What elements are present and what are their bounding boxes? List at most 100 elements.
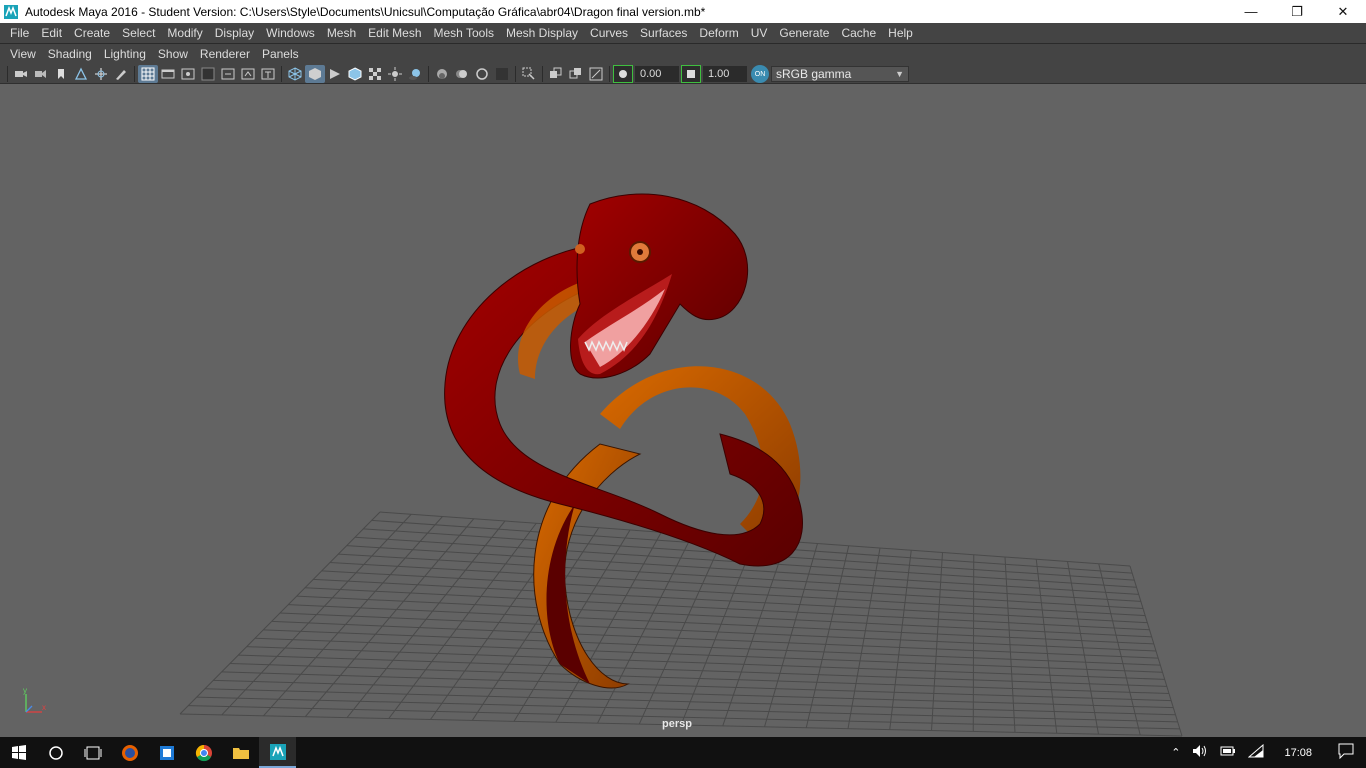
xray-active-components-button[interactable] <box>566 65 586 83</box>
exposure-field[interactable]: 0.00 <box>635 66 679 82</box>
field-chart-button[interactable] <box>218 65 238 83</box>
windows-start-icon <box>11 744 26 760</box>
safe-action-button[interactable] <box>238 65 258 83</box>
taskbar-chrome[interactable] <box>185 737 222 768</box>
gamma-field[interactable]: 1.00 <box>703 66 747 82</box>
panel-menu-lighting[interactable]: Lighting <box>98 47 152 61</box>
task-view-button[interactable] <box>74 737 111 768</box>
panel-menu-panels[interactable]: Panels <box>256 47 305 61</box>
select-camera-button[interactable] <box>11 65 31 83</box>
panel-menu-renderer[interactable]: Renderer <box>194 47 256 61</box>
show-hidden-icons-button[interactable]: ⌃ <box>1165 746 1186 759</box>
film-gate-button[interactable] <box>158 65 178 83</box>
menu-uv[interactable]: UV <box>745 26 774 40</box>
color-management-toggle[interactable]: ON <box>751 65 769 83</box>
cortana-search-button[interactable] <box>37 737 74 768</box>
panel-menu-view[interactable]: View <box>4 47 42 61</box>
wireframe-on-shaded-button[interactable] <box>345 65 365 83</box>
close-button[interactable]: ✕ <box>1320 0 1366 23</box>
taskbar-maya[interactable] <box>259 737 296 768</box>
light-icon <box>388 67 402 81</box>
use-default-material-button[interactable] <box>325 65 345 83</box>
isolate-select-button[interactable] <box>519 65 539 83</box>
minimize-button[interactable]: — <box>1228 0 1274 23</box>
film-gate-icon <box>161 69 175 79</box>
menu-deform[interactable]: Deform <box>693 26 744 40</box>
axis-gizmo-icon: y x <box>23 686 46 713</box>
menu-mesh-display[interactable]: Mesh Display <box>500 26 584 40</box>
wireframe-on-shaded-icon <box>348 67 362 81</box>
persp-viewport[interactable]: y x persp <box>0 83 1366 737</box>
menu-mesh[interactable]: Mesh <box>321 26 362 40</box>
power-button[interactable] <box>1214 745 1242 760</box>
smooth-shade-button[interactable] <box>305 65 325 83</box>
use-all-lights-button[interactable] <box>385 65 405 83</box>
xray-components-icon <box>569 68 581 79</box>
gamma-toggle-button[interactable] <box>681 65 701 83</box>
xray-button[interactable] <box>546 65 566 83</box>
panel-menu-shading[interactable]: Shading <box>42 47 98 61</box>
menu-modify[interactable]: Modify <box>161 26 208 40</box>
grease-pencil-button[interactable] <box>111 65 131 83</box>
exposure-toggle-button[interactable] <box>613 65 633 83</box>
safe-title-icon <box>261 68 275 80</box>
bookmark-icon <box>58 69 64 79</box>
menu-select[interactable]: Select <box>116 26 161 40</box>
depth-of-field-button[interactable] <box>492 65 512 83</box>
panel-header: View Shading Lighting Show Renderer Pane… <box>0 43 1366 83</box>
axis-indicator: y x <box>18 686 50 725</box>
taskbar-firefox[interactable] <box>111 737 148 768</box>
menu-edit-mesh[interactable]: Edit Mesh <box>362 26 427 40</box>
motion-blur-button[interactable] <box>452 65 472 83</box>
camera-attributes-button[interactable] <box>31 65 51 83</box>
2d-pan-zoom-button[interactable] <box>91 65 111 83</box>
resolution-gate-icon <box>181 68 195 80</box>
battery-icon <box>1220 746 1236 756</box>
start-button[interactable] <box>0 737 37 768</box>
isolate-select-icon <box>522 67 535 80</box>
menu-create[interactable]: Create <box>68 26 116 40</box>
taskbar-app[interactable] <box>148 737 185 768</box>
ambient-occlusion-icon <box>437 69 447 79</box>
menu-curves[interactable]: Curves <box>584 26 634 40</box>
safe-title-button[interactable] <box>258 65 278 83</box>
menu-edit[interactable]: Edit <box>35 26 68 40</box>
menu-windows[interactable]: Windows <box>260 26 321 40</box>
action-center-button[interactable] <box>1326 743 1366 762</box>
default-material-icon <box>330 69 340 79</box>
taskbar-file-explorer[interactable] <box>222 737 259 768</box>
xray-joints-button[interactable] <box>586 65 606 83</box>
network-button[interactable] <box>1242 743 1270 761</box>
image-plane-button[interactable] <box>71 65 91 83</box>
bookmark-button[interactable] <box>51 65 71 83</box>
textured-button[interactable] <box>365 65 385 83</box>
menu-mesh-tools[interactable]: Mesh Tools <box>428 26 500 40</box>
color-space-dropdown[interactable]: sRGB gamma ▼ <box>771 66 909 82</box>
clock[interactable]: 17:08 <box>1270 747 1326 759</box>
smooth-shade-icon <box>309 68 321 80</box>
menu-surfaces[interactable]: Surfaces <box>634 26 693 40</box>
anti-aliasing-button[interactable] <box>472 65 492 83</box>
menu-cache[interactable]: Cache <box>835 26 882 40</box>
menu-display[interactable]: Display <box>209 26 260 40</box>
wireframe-button[interactable] <box>285 65 305 83</box>
shadow-icon <box>409 69 420 80</box>
shadows-button[interactable] <box>405 65 425 83</box>
menu-file[interactable]: File <box>4 26 35 40</box>
maximize-button[interactable]: ❐ <box>1274 0 1320 23</box>
screen-space-ao-button[interactable] <box>432 65 452 83</box>
toolbar-separator <box>281 66 282 82</box>
grid-toggle-button[interactable] <box>138 65 158 83</box>
resolution-gate-button[interactable] <box>178 65 198 83</box>
menu-generate[interactable]: Generate <box>773 26 835 40</box>
search-circle-icon <box>48 745 63 760</box>
scene-render[interactable] <box>0 84 1366 737</box>
volume-button[interactable] <box>1186 744 1214 761</box>
menu-help[interactable]: Help <box>882 26 919 40</box>
gate-mask-button[interactable] <box>198 65 218 83</box>
panel-menu-show[interactable]: Show <box>152 47 194 61</box>
checker-icon <box>369 68 381 80</box>
ground-grid <box>179 511 1183 737</box>
dragon-eye-left <box>575 244 585 254</box>
restore-icon: ❐ <box>1291 3 1303 19</box>
